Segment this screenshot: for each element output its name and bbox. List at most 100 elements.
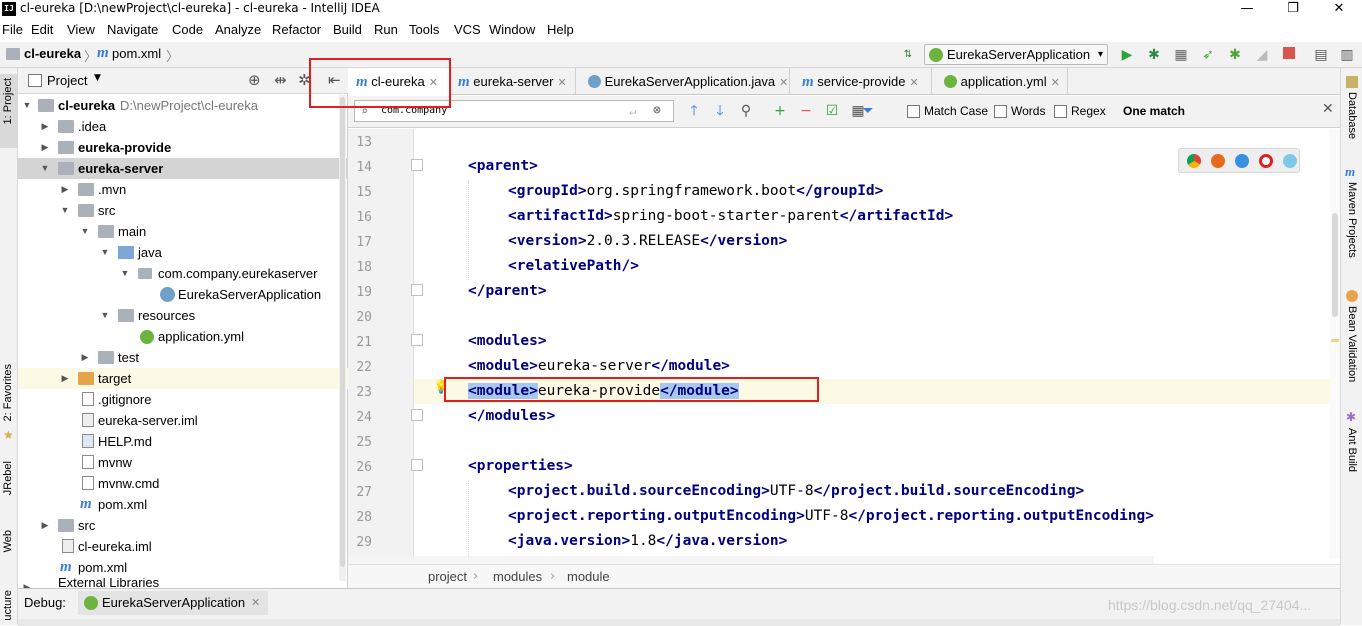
opera-icon[interactable] — [1259, 154, 1273, 168]
bean-validation-tool-label[interactable]: Bean Validation — [1346, 306, 1358, 382]
tree-item-idea[interactable]: ▶ .idea — [18, 116, 348, 137]
breadcrumb-modules-tag[interactable]: modules — [493, 569, 542, 584]
menu-refactor[interactable]: Refactor — [272, 22, 321, 37]
tree-item-target[interactable]: ▶ target — [18, 368, 348, 389]
menu-vcs[interactable]: VCS — [454, 22, 481, 37]
fold-marker-icon[interactable] — [411, 159, 423, 171]
favorites-tool-label[interactable]: 2: Favorites — [2, 364, 14, 421]
minimize-button[interactable]: — — [1224, 0, 1270, 20]
fold-marker-icon[interactable] — [411, 459, 423, 471]
tree-item-gitignore[interactable]: .gitignore — [18, 389, 348, 410]
project-structure-icon[interactable]: ▤ — [1313, 47, 1329, 63]
web-tool-label[interactable]: Web — [2, 530, 14, 552]
tree-item-root-src[interactable]: ▶ src — [18, 515, 348, 536]
tree-item-eureka-provide[interactable]: ▶ eureka-provide — [18, 137, 348, 158]
tree-item-server-pom[interactable]: m pom.xml — [18, 494, 348, 515]
menu-edit[interactable]: Edit — [31, 22, 53, 37]
close-icon[interactable]: ✕ — [558, 77, 567, 89]
jrebel-run-icon[interactable]: ➶ — [1200, 47, 1216, 63]
attach-icon[interactable]: ◢ — [1254, 47, 1270, 63]
tree-item-eureka-server-application[interactable]: EurekaServerApplication — [18, 284, 348, 305]
tree-item-root-pom[interactable]: m pom.xml — [18, 557, 348, 578]
select-all-icon[interactable]: ☑ — [824, 103, 840, 119]
tree-item-eureka-server-iml[interactable]: eureka-server.iml — [18, 410, 348, 431]
tree-item-src[interactable]: ▼ src — [18, 200, 348, 221]
locate-icon[interactable]: ⊕ — [248, 71, 261, 89]
tab-eureka-server-application[interactable]: EurekaServerApplication.java ✕ — [576, 68, 790, 95]
fold-marker-icon[interactable] — [411, 409, 423, 421]
tree-item-application-yml[interactable]: application.yml — [18, 326, 348, 347]
close-button[interactable]: ✕ — [1316, 0, 1362, 20]
find-in-path-icon[interactable]: ⚲ — [738, 103, 754, 119]
tree-item-mvn[interactable]: ▶ .mvn — [18, 179, 348, 200]
words-checkbox[interactable] — [994, 105, 1007, 118]
tree-item-package[interactable]: ▼ com.company.eurekaserver — [18, 263, 348, 284]
breadcrumb-file[interactable]: pom.xml — [112, 46, 161, 61]
debug-session-tab[interactable]: EurekaServerApplication ✕ — [78, 591, 268, 615]
run-config-dropdown[interactable]: EurekaServerApplication ▾ — [924, 44, 1108, 65]
add-selection-icon[interactable]: + — [772, 103, 788, 119]
ant-build-tool-label[interactable]: Ant Build — [1346, 428, 1358, 472]
firefox-icon[interactable] — [1211, 154, 1225, 168]
next-occurrence-icon[interactable]: 🡓 — [712, 103, 728, 119]
menu-view[interactable]: View — [67, 22, 95, 37]
project-scrollbar[interactable] — [339, 95, 346, 581]
close-icon[interactable]: ✕ — [1051, 77, 1060, 89]
regex-checkbox[interactable] — [1054, 105, 1067, 118]
chevron-down-icon[interactable]: ▼ — [94, 73, 101, 83]
close-icon[interactable]: ✕ — [251, 596, 260, 609]
maven-tool-label[interactable]: Maven Projects — [1346, 182, 1358, 258]
jrebel-debug-icon[interactable]: ✱ — [1227, 47, 1243, 63]
fold-marker-icon[interactable] — [411, 284, 423, 296]
tree-item-mvnw-cmd[interactable]: mvnw.cmd — [18, 473, 348, 494]
tree-item-mvnw[interactable]: mvnw — [18, 452, 348, 473]
tree-item-help-md[interactable]: HELP.md — [18, 431, 348, 452]
menu-tools[interactable]: Tools — [409, 22, 439, 37]
close-icon[interactable]: ✕ — [909, 77, 918, 89]
editor-scrollbar[interactable] — [1330, 129, 1340, 559]
run-icon[interactable]: ▶ — [1119, 47, 1135, 63]
breadcrumb-project-tag[interactable]: project — [428, 569, 467, 584]
menu-code[interactable]: Code — [172, 22, 203, 37]
database-tool-label[interactable]: Database — [1346, 92, 1358, 139]
tree-item-main[interactable]: ▼ main — [18, 221, 348, 242]
fold-marker-icon[interactable] — [411, 334, 423, 346]
tab-application-yml[interactable]: application.yml ✕ — [932, 68, 1068, 95]
tree-item-cl-eureka-iml[interactable]: cl-eureka.iml — [18, 536, 348, 557]
filter-icon[interactable]: ⏷ — [860, 103, 876, 119]
structure-tool-label[interactable]: ucture — [2, 590, 14, 621]
match-case-checkbox[interactable] — [907, 105, 920, 118]
debug-icon[interactable]: ✱ — [1146, 47, 1162, 63]
tab-service-provide[interactable]: m service-provide ✕ — [790, 68, 932, 95]
tree-item-java[interactable]: ▼ java — [18, 242, 348, 263]
menu-navigate[interactable]: Navigate — [107, 22, 158, 37]
tree-item-resources[interactable]: ▼ resources — [18, 305, 348, 326]
clear-icon[interactable]: ⊗ — [653, 101, 661, 121]
jrebel-tool-label[interactable]: JRebel — [2, 461, 14, 495]
tab-eureka-server[interactable]: m eureka-server ✕ — [450, 68, 576, 95]
project-tool-label[interactable]: 1: Project — [2, 78, 14, 124]
edge-icon[interactable] — [1283, 154, 1297, 168]
breadcrumb-project[interactable]: cl-eureka — [24, 46, 81, 61]
menu-analyze[interactable]: Analyze — [215, 22, 261, 37]
safari-icon[interactable] — [1235, 154, 1249, 168]
menu-build[interactable]: Build — [333, 22, 362, 37]
close-find-icon[interactable]: ✕ — [1322, 101, 1334, 117]
remove-selection-icon[interactable]: − — [798, 103, 814, 119]
tree-item-test[interactable]: ▶ test — [18, 347, 348, 368]
menu-help[interactable]: Help — [547, 22, 574, 37]
menu-file[interactable]: File — [2, 22, 23, 37]
tree-item-root[interactable]: ▼ cl-eureka D:\newProject\cl-eureka — [18, 95, 348, 116]
menu-window[interactable]: Window — [489, 22, 535, 37]
previous-occurrence-icon[interactable]: 🡑 — [686, 103, 702, 119]
tree-item-external-libraries[interactable]: ▶ External Libraries — [18, 578, 348, 588]
maximize-button[interactable]: ❐ — [1270, 0, 1316, 20]
sdk-icon[interactable]: ▥ — [1339, 47, 1355, 63]
tree-item-eureka-server[interactable]: ▼ eureka-server — [18, 158, 348, 179]
close-icon[interactable]: ✕ — [779, 77, 788, 89]
project-panel-title[interactable]: Project — [47, 73, 87, 88]
collapse-all-icon[interactable]: ⇹ — [274, 71, 287, 89]
chrome-icon[interactable] — [1187, 154, 1201, 168]
stop-icon[interactable] — [1281, 47, 1297, 63]
menu-run[interactable]: Run — [374, 22, 398, 37]
